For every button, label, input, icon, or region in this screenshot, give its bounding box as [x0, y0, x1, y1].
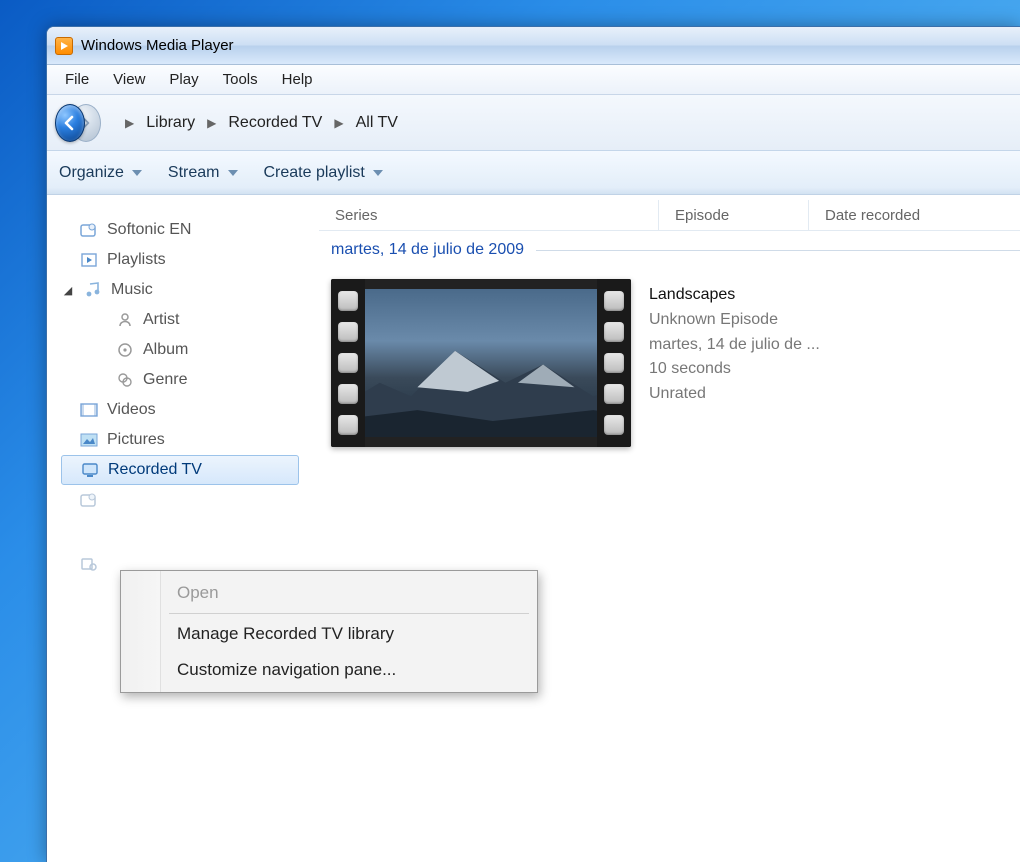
chevron-down-icon — [373, 170, 383, 176]
sidebar-item-label: Playlists — [107, 251, 166, 269]
artist-icon — [115, 311, 135, 329]
sidebar-item-label: Recorded TV — [108, 461, 202, 479]
column-episode[interactable]: Episode — [659, 200, 809, 230]
context-menu-manage-label: Manage Recorded TV library — [177, 624, 394, 643]
sidebar-item-artist[interactable]: Artist — [61, 305, 299, 335]
nav-buttons — [55, 104, 101, 142]
column-series[interactable]: Series — [319, 200, 659, 230]
organize-button[interactable]: Organize — [59, 164, 142, 182]
back-button[interactable] — [55, 104, 85, 142]
context-menu-customize-nav-pane[interactable]: Customize navigation pane... — [125, 652, 533, 688]
create-playlist-label: Create playlist — [264, 164, 365, 182]
create-playlist-button[interactable]: Create playlist — [264, 164, 383, 182]
playlist-icon — [79, 251, 99, 269]
context-menu-customize-label: Customize navigation pane... — [177, 660, 396, 679]
titlebar[interactable]: Windows Media Player — [47, 27, 1020, 65]
stream-button[interactable]: Stream — [168, 164, 238, 182]
context-menu-open: Open — [125, 575, 533, 611]
video-title: Landscapes — [649, 283, 820, 308]
organize-label: Organize — [59, 164, 124, 182]
pictures-icon — [79, 431, 99, 449]
thumbnail-image — [365, 289, 597, 437]
library-icon — [79, 221, 99, 239]
chevron-down-icon — [132, 170, 142, 176]
filmstrip-icon — [597, 279, 631, 447]
sidebar-item-recorded-tv[interactable]: Recorded TV — [61, 455, 299, 485]
video-date: martes, 14 de julio de ... — [649, 333, 820, 358]
menu-file[interactable]: File — [53, 67, 101, 92]
videos-icon — [79, 401, 99, 419]
album-icon — [115, 341, 135, 359]
music-icon — [83, 281, 103, 299]
menubar: File View Play Tools Help — [47, 65, 1020, 95]
video-thumbnail[interactable] — [331, 279, 631, 447]
toolbar: Organize Stream Create playlist — [47, 151, 1020, 195]
sidebar-item-playlists[interactable]: Playlists — [61, 245, 299, 275]
menu-view[interactable]: View — [101, 67, 157, 92]
breadcrumb: ▶ Library ▶ Recorded TV ▶ All TV — [119, 112, 402, 134]
sidebar: Softonic EN Playlists ◢ Music Artist Alb… — [47, 195, 309, 862]
library-icon — [79, 491, 99, 509]
sidebar-item-label: Pictures — [107, 431, 165, 449]
sidebar-item-album[interactable]: Album — [61, 335, 299, 365]
sidebar-item-label: Album — [143, 341, 188, 359]
tv-icon — [80, 461, 100, 479]
chevron-right-icon: ▶ — [119, 116, 140, 130]
filmstrip-icon — [331, 279, 365, 447]
window-title: Windows Media Player — [81, 37, 234, 54]
stream-label: Stream — [168, 164, 220, 182]
crumb-all-tv[interactable]: All TV — [352, 112, 402, 134]
sidebar-item-label: Softonic EN — [107, 221, 191, 239]
divider — [536, 250, 1020, 251]
navigation-row: ▶ Library ▶ Recorded TV ▶ All TV — [47, 95, 1020, 151]
sidebar-item-genre[interactable]: Genre — [61, 365, 299, 395]
window-frame: Windows Media Player File View Play Tool… — [46, 26, 1020, 862]
crumb-recorded-tv[interactable]: Recorded TV — [224, 112, 326, 134]
menu-play[interactable]: Play — [157, 67, 210, 92]
collapse-icon[interactable]: ◢ — [61, 284, 75, 297]
menu-tools[interactable]: Tools — [211, 67, 270, 92]
context-menu: Open Manage Recorded TV library Customiz… — [120, 570, 538, 693]
sidebar-item-other-1[interactable] — [61, 485, 299, 515]
device-icon — [79, 555, 99, 573]
content-area: Softonic EN Playlists ◢ Music Artist Alb… — [47, 195, 1020, 862]
column-headers: Series Episode Date recorded — [319, 195, 1020, 231]
sidebar-item-label: Music — [111, 281, 153, 299]
sidebar-item-music[interactable]: ◢ Music — [61, 275, 299, 305]
video-item[interactable]: Landscapes Unknown Episode martes, 14 de… — [331, 279, 1020, 447]
video-duration: 10 seconds — [649, 357, 820, 382]
sidebar-item-label: Artist — [143, 311, 179, 329]
main-panel: Series Episode Date recorded martes, 14 … — [309, 195, 1020, 862]
divider — [169, 613, 529, 614]
context-menu-manage-library[interactable]: Manage Recorded TV library — [125, 616, 533, 652]
crumb-library[interactable]: Library — [142, 112, 199, 134]
menu-help[interactable]: Help — [270, 67, 325, 92]
column-date-recorded[interactable]: Date recorded — [809, 200, 1020, 230]
genre-icon — [115, 371, 135, 389]
chevron-right-icon: ▶ — [201, 116, 222, 130]
date-group-label: martes, 14 de julio de 2009 — [331, 241, 524, 259]
sidebar-item-videos[interactable]: Videos — [61, 395, 299, 425]
app-icon — [55, 37, 73, 55]
chevron-right-icon: ▶ — [328, 116, 349, 130]
sidebar-item-label: Videos — [107, 401, 156, 419]
context-menu-open-label: Open — [177, 583, 219, 602]
chevron-down-icon — [228, 170, 238, 176]
date-group-header: martes, 14 de julio de 2009 — [331, 241, 1020, 259]
video-metadata: Landscapes Unknown Episode martes, 14 de… — [649, 279, 820, 407]
sidebar-item-softonic[interactable]: Softonic EN — [61, 215, 299, 245]
video-rating: Unrated — [649, 382, 820, 407]
video-episode: Unknown Episode — [649, 308, 820, 333]
sidebar-item-pictures[interactable]: Pictures — [61, 425, 299, 455]
sidebar-item-label: Genre — [143, 371, 187, 389]
